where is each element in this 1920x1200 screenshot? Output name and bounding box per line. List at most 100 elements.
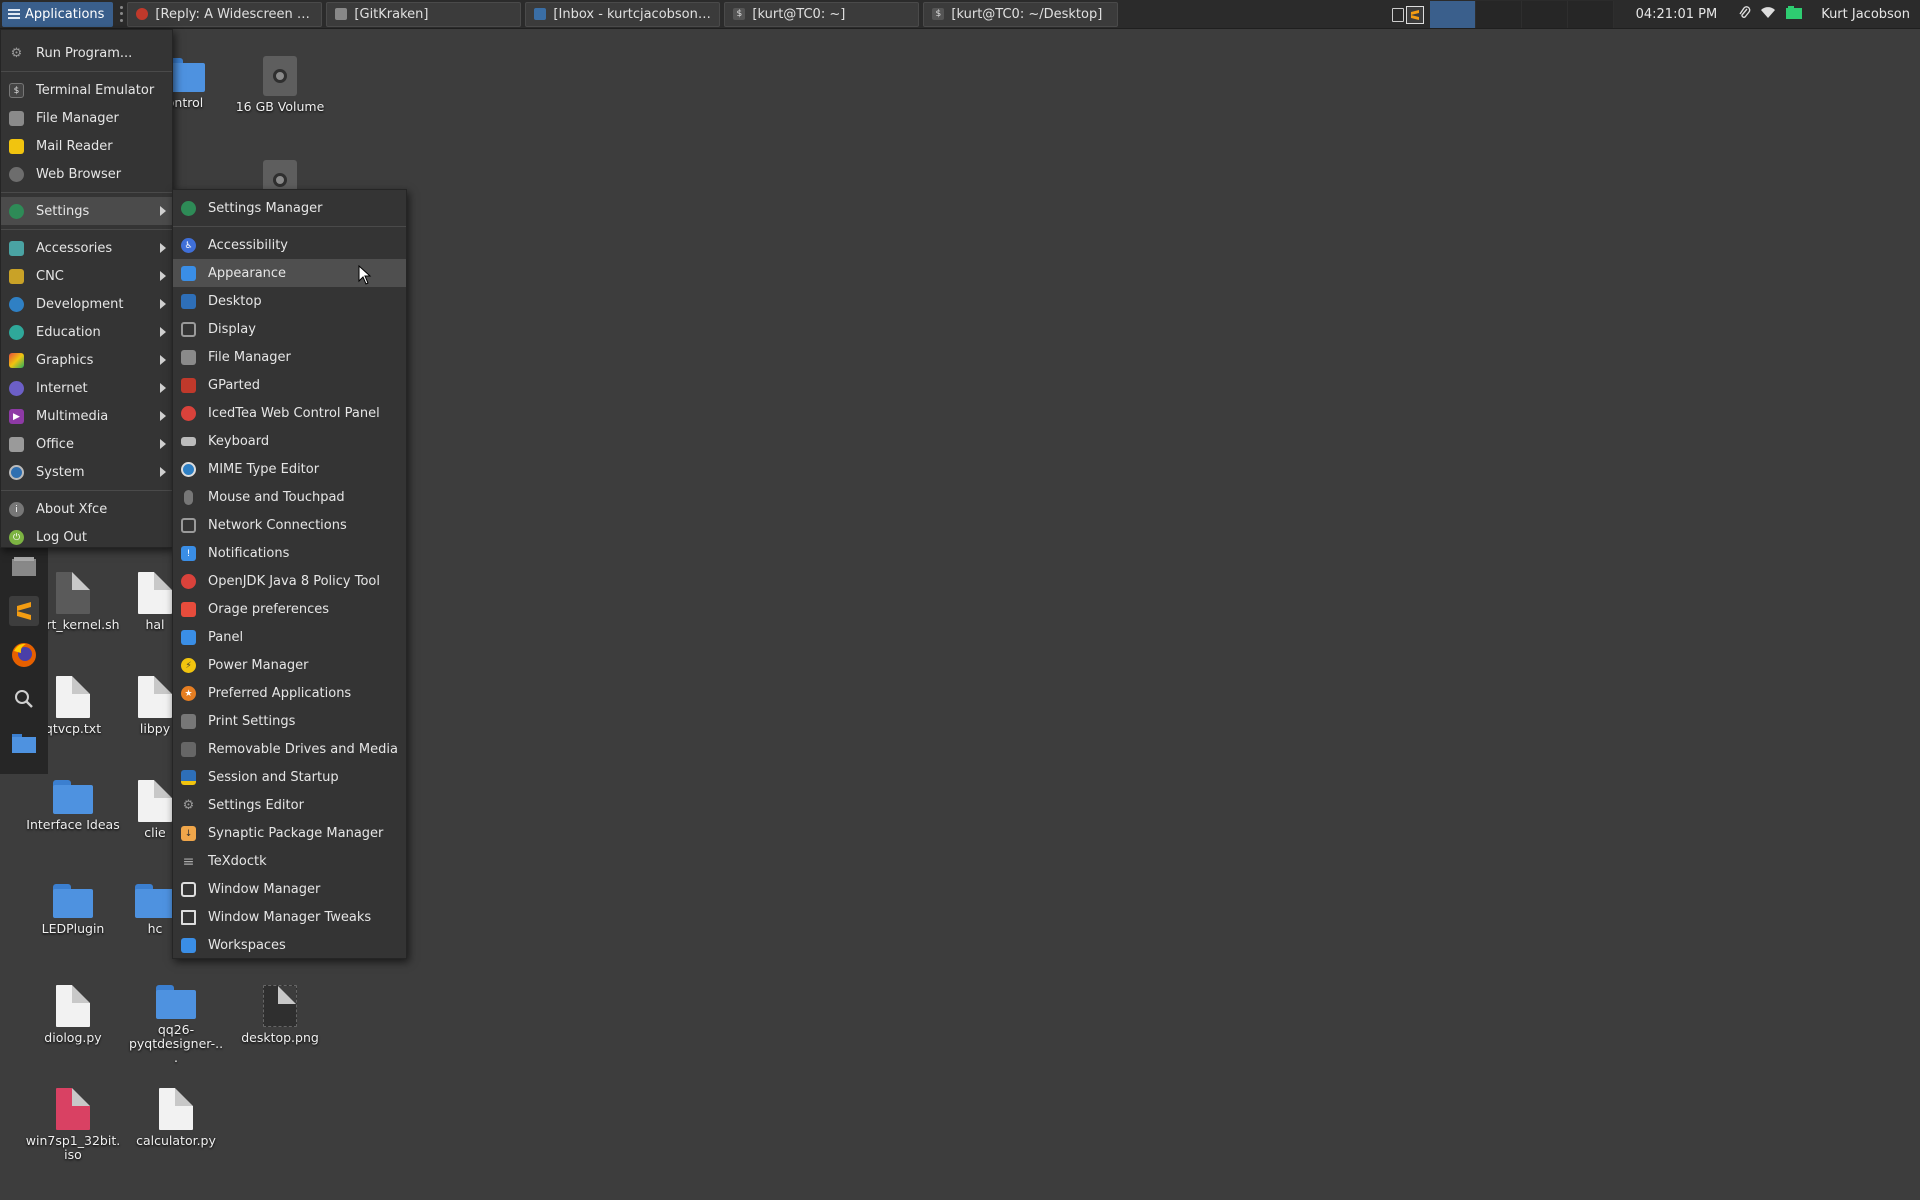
menu-item-education[interactable]: Education bbox=[1, 318, 172, 346]
wifi-icon[interactable] bbox=[1760, 6, 1776, 23]
mime-icon bbox=[181, 462, 196, 477]
menu-item-label: Keyboard bbox=[208, 433, 270, 449]
menu-item-label: Notifications bbox=[208, 545, 290, 561]
menu-item-web-browser[interactable]: Web Browser bbox=[1, 160, 172, 188]
menu-item-session-startup[interactable]: Session and Startup bbox=[173, 763, 406, 791]
menu-item-print-settings[interactable]: Print Settings bbox=[173, 707, 406, 735]
submenu-arrow-icon bbox=[160, 206, 166, 216]
menu-item-orage-preferences[interactable]: Orage preferences bbox=[173, 595, 406, 623]
paperclip-icon[interactable] bbox=[1739, 5, 1751, 24]
dock-item-files[interactable] bbox=[9, 552, 39, 582]
workspace-2[interactable] bbox=[1475, 1, 1522, 28]
menu-item-label: Window Manager Tweaks bbox=[208, 909, 372, 925]
desktop-icon-diolog-py[interactable]: diolog.py bbox=[23, 985, 123, 1045]
user-name[interactable]: Kurt Jacobson bbox=[1821, 7, 1910, 22]
terminal-icon: $ bbox=[9, 83, 24, 98]
menu-item-label: Power Manager bbox=[208, 657, 309, 673]
drive-icon bbox=[181, 742, 196, 757]
dock-item-firefox[interactable] bbox=[9, 640, 39, 670]
menu-item-notifications[interactable]: ! Notifications bbox=[173, 539, 406, 567]
menu-item-office[interactable]: Office bbox=[1, 430, 172, 458]
display-icon bbox=[181, 322, 196, 337]
tray-icons bbox=[1739, 5, 1803, 24]
applications-menu-button[interactable]: Applications bbox=[2, 1, 114, 27]
menu-item-workspaces[interactable]: Workspaces bbox=[173, 931, 406, 959]
menu-item-graphics[interactable]: Graphics bbox=[1, 346, 172, 374]
menu-item-label: GParted bbox=[208, 377, 260, 393]
menu-item-synaptic[interactable]: ↓ Synaptic Package Manager bbox=[173, 819, 406, 847]
dock-item-folder[interactable] bbox=[9, 728, 39, 758]
menu-item-label: Office bbox=[36, 436, 74, 452]
task-inbox[interactable]: [Inbox - kurtcjacobson@g... bbox=[525, 1, 721, 27]
accessibility-icon: ♿ bbox=[181, 238, 196, 253]
desktop-icon-calculator-py[interactable]: calculator.py bbox=[126, 1088, 226, 1148]
menu-item-settings-manager[interactable]: Settings Manager bbox=[173, 194, 406, 222]
menu-item-window-manager-tweaks[interactable]: Window Manager Tweaks bbox=[173, 903, 406, 931]
desktop-icon-win7-iso[interactable]: win7sp1_32bit.iso bbox=[23, 1088, 123, 1162]
menu-item-cnc[interactable]: CNC bbox=[1, 262, 172, 290]
settings-manager-icon bbox=[181, 201, 196, 216]
desktop-icon-16gb-volume[interactable]: 16 GB Volume bbox=[230, 56, 330, 114]
menu-item-texdoctk[interactable]: ≡ TeXdoctk bbox=[173, 847, 406, 875]
clock[interactable]: 04:21:01 PM bbox=[1636, 7, 1718, 22]
menu-item-multimedia[interactable]: ▶ Multimedia bbox=[1, 402, 172, 430]
multimedia-icon: ▶ bbox=[9, 409, 24, 424]
workspace-3[interactable] bbox=[1521, 1, 1568, 28]
window-icon bbox=[1391, 7, 1404, 22]
menu-item-about-xfce[interactable]: i About Xfce bbox=[1, 495, 172, 523]
menu-item-openjdk-policy-tool[interactable]: OpenJDK Java 8 Policy Tool bbox=[173, 567, 406, 595]
menu-item-label: TeXdoctk bbox=[208, 853, 267, 869]
menu-item-terminal-emulator[interactable]: $ Terminal Emulator bbox=[1, 76, 172, 104]
menu-item-window-manager[interactable]: Window Manager bbox=[173, 875, 406, 903]
tray-windows[interactable] bbox=[1391, 5, 1424, 24]
desktop-icon-desktop-png[interactable]: desktop.png bbox=[230, 985, 330, 1045]
menu-item-icedtea[interactable]: IcedTea Web Control Panel bbox=[173, 399, 406, 427]
menu-item-keyboard[interactable]: Keyboard bbox=[173, 427, 406, 455]
desktop-icon-qq26-pyqtdesigner[interactable]: qq26-pyqtdesigner-... bbox=[126, 985, 226, 1065]
panel-handle[interactable] bbox=[119, 4, 123, 24]
workspace-switcher[interactable] bbox=[1429, 1, 1614, 28]
menu-item-log-out[interactable]: ⏻ Log Out bbox=[1, 523, 172, 551]
task-gitkraken[interactable]: [GitKraken] bbox=[326, 1, 522, 27]
menu-item-network-connections[interactable]: Network Connections bbox=[173, 511, 406, 539]
task-terminal-home[interactable]: $ [kurt@TC0: ~] bbox=[724, 1, 920, 27]
menu-item-settings-editor[interactable]: ⚙ Settings Editor bbox=[173, 791, 406, 819]
menu-item-settings[interactable]: Settings bbox=[1, 197, 172, 225]
task-label: [kurt@TC0: ~] bbox=[752, 6, 846, 22]
menu-item-gparted[interactable]: GParted bbox=[173, 371, 406, 399]
menu-item-removable-drives[interactable]: Removable Drives and Media bbox=[173, 735, 406, 763]
folder-icon bbox=[156, 985, 196, 1019]
menu-item-power-manager[interactable]: ⚡ Power Manager bbox=[173, 651, 406, 679]
mail-icon bbox=[534, 8, 547, 20]
battery-icon[interactable] bbox=[1785, 5, 1803, 24]
menu-item-file-manager-settings[interactable]: File Manager bbox=[173, 343, 406, 371]
synaptic-icon: ↓ bbox=[181, 826, 196, 841]
desktop-icon bbox=[181, 294, 196, 309]
menu-item-panel[interactable]: Panel bbox=[173, 623, 406, 651]
dock-item-sublime[interactable] bbox=[9, 596, 39, 626]
menu-item-run-program[interactable]: ⚙ Run Program... bbox=[1, 39, 172, 67]
menu-item-display[interactable]: Display bbox=[173, 315, 406, 343]
menu-item-accessibility[interactable]: ♿ Accessibility bbox=[173, 231, 406, 259]
menu-item-internet[interactable]: Internet bbox=[1, 374, 172, 402]
workspace-4[interactable] bbox=[1567, 1, 1614, 28]
menu-item-label: Accessibility bbox=[208, 237, 288, 253]
dock-item-search[interactable] bbox=[9, 684, 39, 714]
menu-item-mime-type-editor[interactable]: MIME Type Editor bbox=[173, 455, 406, 483]
desktop-icon-interface-ideas[interactable]: Interface Ideas bbox=[23, 780, 123, 832]
menu-item-development[interactable]: Development bbox=[1, 290, 172, 318]
menu-item-desktop[interactable]: Desktop bbox=[173, 287, 406, 315]
menu-item-system[interactable]: System bbox=[1, 458, 172, 486]
task-terminal-desktop[interactable]: $ [kurt@TC0: ~/Desktop] bbox=[923, 1, 1119, 27]
menu-item-preferred-applications[interactable]: ★ Preferred Applications bbox=[173, 679, 406, 707]
menu-item-accessories[interactable]: Accessories bbox=[1, 234, 172, 262]
network-icon bbox=[181, 518, 196, 533]
desktop-icon-ledplugin[interactable]: LEDPlugin bbox=[23, 884, 123, 936]
power-manager-icon: ⚡ bbox=[181, 658, 196, 673]
menu-item-mouse-touchpad[interactable]: Mouse and Touchpad bbox=[173, 483, 406, 511]
workspace-1[interactable] bbox=[1429, 1, 1476, 28]
task-thunderbird-reply[interactable]: [Reply: A Widescreen Blen... bbox=[127, 1, 323, 27]
menu-item-file-manager[interactable]: File Manager bbox=[1, 104, 172, 132]
menu-item-label: MIME Type Editor bbox=[208, 461, 320, 477]
menu-item-mail-reader[interactable]: Mail Reader bbox=[1, 132, 172, 160]
